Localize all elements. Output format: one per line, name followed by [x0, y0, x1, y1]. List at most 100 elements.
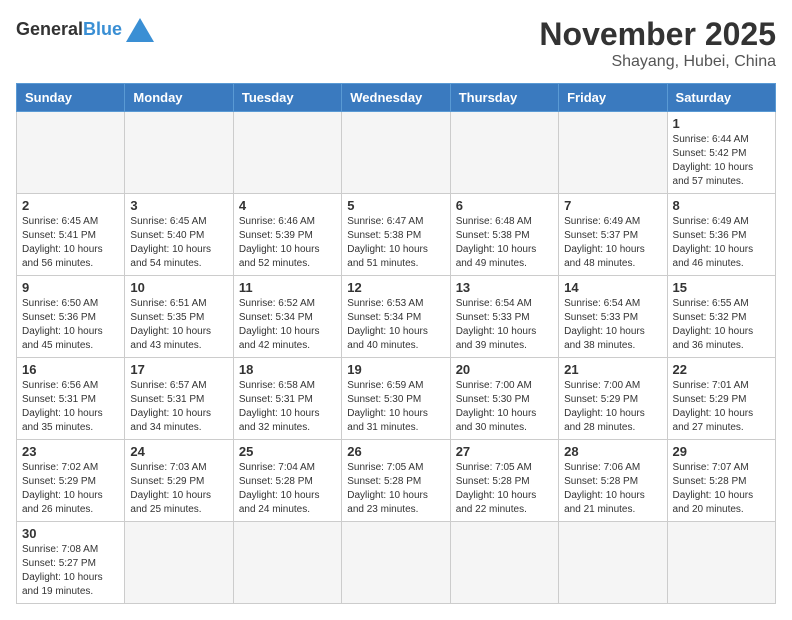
day-number: 28: [564, 444, 661, 459]
day-info: Sunrise: 7:06 AM Sunset: 5:28 PM Dayligh…: [564, 461, 661, 517]
calendar-cell: 6 Sunrise: 6:48 AM Sunset: 5:38 PM Daylig…: [450, 194, 558, 276]
calendar-cell: [559, 522, 667, 604]
day-number: 19: [347, 362, 444, 377]
week-row-3: 9 Sunrise: 6:50 AM Sunset: 5:36 PM Daylig…: [17, 276, 776, 358]
page-header: General Blue November 2025 Shayang, Hube…: [16, 16, 776, 71]
day-of-week-sunday: Sunday: [17, 84, 125, 112]
calendar-cell: 8Sunrise: 6:49 AM Sunset: 5:36 PM Daylig…: [667, 194, 775, 276]
day-number: 3: [130, 198, 227, 213]
week-row-1: 1 Sunrise: 6:44 AM Sunset: 5:42 PM Daylig…: [17, 112, 776, 194]
calendar-cell: 22Sunrise: 7:01 AM Sunset: 5:29 PM Dayli…: [667, 358, 775, 440]
day-info: Sunrise: 7:07 AM Sunset: 5:28 PM Dayligh…: [673, 461, 770, 517]
calendar-cell: [233, 112, 341, 194]
calendar-cell: [342, 112, 450, 194]
day-info: Sunrise: 7:00 AM Sunset: 5:30 PM Dayligh…: [456, 379, 553, 435]
calendar-cell: 23 Sunrise: 7:02 AM Sunset: 5:29 PM Dayli…: [17, 440, 125, 522]
calendar-cell: 7 Sunrise: 6:49 AM Sunset: 5:37 PM Daylig…: [559, 194, 667, 276]
calendar-cell: [667, 522, 775, 604]
day-number: 26: [347, 444, 444, 459]
calendar-cell: 28 Sunrise: 7:06 AM Sunset: 5:28 PM Dayli…: [559, 440, 667, 522]
day-number: 27: [456, 444, 553, 459]
day-info: Sunrise: 7:08 AM Sunset: 5:27 PM Dayligh…: [22, 543, 119, 599]
calendar-cell: 4Sunrise: 6:46 AM Sunset: 5:39 PM Daylig…: [233, 194, 341, 276]
day-number: 21: [564, 362, 661, 377]
day-info: Sunrise: 6:59 AM Sunset: 5:30 PM Dayligh…: [347, 379, 444, 435]
logo-general-text: General: [16, 19, 83, 40]
day-number: 11: [239, 280, 336, 295]
day-info: Sunrise: 6:50 AM Sunset: 5:36 PM Dayligh…: [22, 297, 119, 353]
day-info: Sunrise: 6:54 AM Sunset: 5:33 PM Dayligh…: [456, 297, 553, 353]
calendar-cell: 21Sunrise: 7:00 AM Sunset: 5:29 PM Dayli…: [559, 358, 667, 440]
calendar-cell: 26Sunrise: 7:05 AM Sunset: 5:28 PM Dayli…: [342, 440, 450, 522]
day-of-week-friday: Friday: [559, 84, 667, 112]
calendar-cell: 30 Sunrise: 7:08 AM Sunset: 5:27 PM Dayli…: [17, 522, 125, 604]
location-title: Shayang, Hubei, China: [539, 53, 776, 71]
calendar-cell: 19 Sunrise: 6:59 AM Sunset: 5:30 PM Dayli…: [342, 358, 450, 440]
day-info: Sunrise: 6:55 AM Sunset: 5:32 PM Dayligh…: [673, 297, 770, 353]
day-info: Sunrise: 6:45 AM Sunset: 5:40 PM Dayligh…: [130, 215, 227, 271]
day-info: Sunrise: 6:48 AM Sunset: 5:38 PM Dayligh…: [456, 215, 553, 271]
day-number: 7: [564, 198, 661, 213]
month-title: November 2025: [539, 16, 776, 53]
day-info: Sunrise: 6:47 AM Sunset: 5:38 PM Dayligh…: [347, 215, 444, 271]
week-row-2: 2Sunrise: 6:45 AM Sunset: 5:41 PM Daylig…: [17, 194, 776, 276]
day-info: Sunrise: 7:03 AM Sunset: 5:29 PM Dayligh…: [130, 461, 227, 517]
calendar-table: SundayMondayTuesdayWednesdayThursdayFrid…: [16, 83, 776, 604]
day-number: 25: [239, 444, 336, 459]
day-info: Sunrise: 6:56 AM Sunset: 5:31 PM Dayligh…: [22, 379, 119, 435]
day-number: 16: [22, 362, 119, 377]
calendar-cell: 11Sunrise: 6:52 AM Sunset: 5:34 PM Dayli…: [233, 276, 341, 358]
day-number: 9: [22, 280, 119, 295]
day-number: 22: [673, 362, 770, 377]
calendar-cell: [125, 112, 233, 194]
day-number: 18: [239, 362, 336, 377]
calendar-cell: 13 Sunrise: 6:54 AM Sunset: 5:33 PM Dayli…: [450, 276, 558, 358]
day-number: 2: [22, 198, 119, 213]
day-info: Sunrise: 7:02 AM Sunset: 5:29 PM Dayligh…: [22, 461, 119, 517]
day-number: 17: [130, 362, 227, 377]
day-number: 10: [130, 280, 227, 295]
day-info: Sunrise: 6:51 AM Sunset: 5:35 PM Dayligh…: [130, 297, 227, 353]
day-of-week-thursday: Thursday: [450, 84, 558, 112]
calendar-cell: [125, 522, 233, 604]
calendar-cell: 20 Sunrise: 7:00 AM Sunset: 5:30 PM Dayli…: [450, 358, 558, 440]
calendar-cell: [450, 522, 558, 604]
calendar-cell: [342, 522, 450, 604]
day-info: Sunrise: 6:57 AM Sunset: 5:31 PM Dayligh…: [130, 379, 227, 435]
days-of-week-row: SundayMondayTuesdayWednesdayThursdayFrid…: [17, 84, 776, 112]
day-number: 13: [456, 280, 553, 295]
day-number: 30: [22, 526, 119, 541]
day-info: Sunrise: 6:49 AM Sunset: 5:37 PM Dayligh…: [564, 215, 661, 271]
calendar-cell: [233, 522, 341, 604]
calendar-cell: 1 Sunrise: 6:44 AM Sunset: 5:42 PM Daylig…: [667, 112, 775, 194]
calendar-cell: 16 Sunrise: 6:56 AM Sunset: 5:31 PM Dayli…: [17, 358, 125, 440]
day-number: 29: [673, 444, 770, 459]
day-number: 5: [347, 198, 444, 213]
calendar-cell: 14Sunrise: 6:54 AM Sunset: 5:33 PM Dayli…: [559, 276, 667, 358]
calendar-cell: 27Sunrise: 7:05 AM Sunset: 5:28 PM Dayli…: [450, 440, 558, 522]
day-info: Sunrise: 6:44 AM Sunset: 5:42 PM Dayligh…: [673, 133, 770, 189]
calendar-cell: 12 Sunrise: 6:53 AM Sunset: 5:34 PM Dayli…: [342, 276, 450, 358]
day-number: 1: [673, 116, 770, 131]
day-info: Sunrise: 7:04 AM Sunset: 5:28 PM Dayligh…: [239, 461, 336, 517]
day-number: 6: [456, 198, 553, 213]
day-number: 15: [673, 280, 770, 295]
day-number: 23: [22, 444, 119, 459]
day-of-week-saturday: Saturday: [667, 84, 775, 112]
logo-triangle-icon: [126, 18, 154, 42]
calendar-cell: 10 Sunrise: 6:51 AM Sunset: 5:35 PM Dayli…: [125, 276, 233, 358]
day-of-week-wednesday: Wednesday: [342, 84, 450, 112]
calendar-cell: 25 Sunrise: 7:04 AM Sunset: 5:28 PM Dayli…: [233, 440, 341, 522]
title-block: November 2025 Shayang, Hubei, China: [539, 16, 776, 71]
logo: General Blue: [16, 16, 154, 42]
day-number: 24: [130, 444, 227, 459]
week-row-5: 23 Sunrise: 7:02 AM Sunset: 5:29 PM Dayli…: [17, 440, 776, 522]
day-info: Sunrise: 6:46 AM Sunset: 5:39 PM Dayligh…: [239, 215, 336, 271]
day-number: 20: [456, 362, 553, 377]
day-number: 12: [347, 280, 444, 295]
calendar-cell: 18Sunrise: 6:58 AM Sunset: 5:31 PM Dayli…: [233, 358, 341, 440]
day-info: Sunrise: 6:53 AM Sunset: 5:34 PM Dayligh…: [347, 297, 444, 353]
calendar-cell: 17 Sunrise: 6:57 AM Sunset: 5:31 PM Dayli…: [125, 358, 233, 440]
day-of-week-monday: Monday: [125, 84, 233, 112]
calendar-cell: [559, 112, 667, 194]
